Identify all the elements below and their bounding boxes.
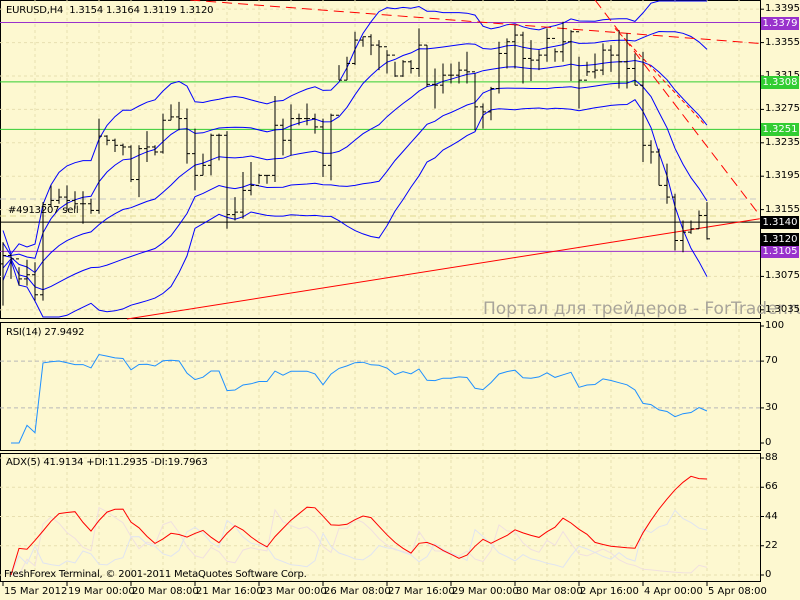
copyright-text: FreshForex Terminal, © 2001-2011 MetaQuo… [4, 569, 307, 580]
rsi-panel-frame [0, 322, 761, 451]
price-axis-label: 1.3075 [765, 270, 800, 282]
time-axis-label: 15 Mar 2012 [4, 586, 68, 597]
level-price-tag: 1.3308 [761, 75, 799, 89]
adx-axis-label: 88 [765, 452, 778, 463]
chart-header: EURUSD,H4 1.3154 1.3164 1.3119 1.3120 [6, 5, 213, 16]
time-axis-label: 5 Apr 08:00 [708, 586, 767, 597]
price-axis-label: 1.3035 [765, 303, 800, 315]
time-axis-label: 29 Mar 00:00 [452, 586, 519, 597]
time-axis-label: 30 Mar 08:00 [516, 586, 583, 597]
rsi-axis-label: 100 [765, 320, 785, 331]
price-axis-label: 1.3195 [765, 170, 800, 182]
time-axis-label: 26 Mar 08:00 [324, 586, 391, 597]
price-axis-label: 1.3395 [765, 3, 800, 15]
watermark: Портал для трейдеров - ForTrader.ru [483, 299, 800, 319]
main-panel-frame [0, 0, 761, 319]
rsi-axis-label: 70 [765, 355, 778, 367]
bid-price-tag: 1.3120 [761, 232, 799, 246]
rsi-axis-label: 0 [765, 437, 772, 448]
order-label: #4913207 sell [8, 205, 79, 216]
time-axis-label: 23 Mar 00:00 [260, 586, 327, 597]
level-price-tag: 1.3379 [761, 16, 799, 30]
level-price-tag: 1.3105 [761, 245, 799, 259]
adx-axis-label: 0 [765, 569, 772, 580]
rsi-line [11, 353, 708, 444]
time-axis-label: 2 Apr 16:00 [580, 586, 639, 597]
adx-axis-label: 44 [765, 510, 778, 522]
time-axis-label: 20 Mar 08:00 [132, 586, 199, 597]
ohlc-readout: 1.3154 1.3164 1.3119 1.3120 [69, 5, 214, 16]
price-axis-label: 1.3355 [765, 36, 800, 48]
trendline [190, 0, 760, 44]
rsi-title: RSI(14) 27.9492 [6, 327, 85, 338]
minus-di-line [10, 509, 708, 576]
level-price-tag: 1.3140 [761, 216, 799, 230]
price-axis-label: 1.3235 [765, 136, 800, 148]
price-axis-label: 1.3275 [765, 103, 800, 115]
time-axis-label: 27 Mar 16:00 [388, 586, 455, 597]
time-axis-label: 21 Mar 16:00 [196, 586, 263, 597]
adx-axis-label: 66 [765, 481, 778, 493]
price-axis-label: 1.3155 [765, 203, 800, 215]
rsi-axis-label: 30 [765, 401, 778, 413]
adx-line [10, 475, 708, 576]
time-axis-label: 4 Apr 00:00 [644, 586, 703, 597]
adx-axis-label: 22 [765, 539, 778, 551]
level-price-tag: 1.3251 [761, 123, 799, 137]
time-axis-label: 19 Mar 00:00 [68, 586, 135, 597]
adx-title: ADX(5) 41.9134 +DI:11.2935 -DI:19.7963 [6, 457, 208, 468]
symbol-label: EURUSD,H4 [6, 5, 64, 16]
